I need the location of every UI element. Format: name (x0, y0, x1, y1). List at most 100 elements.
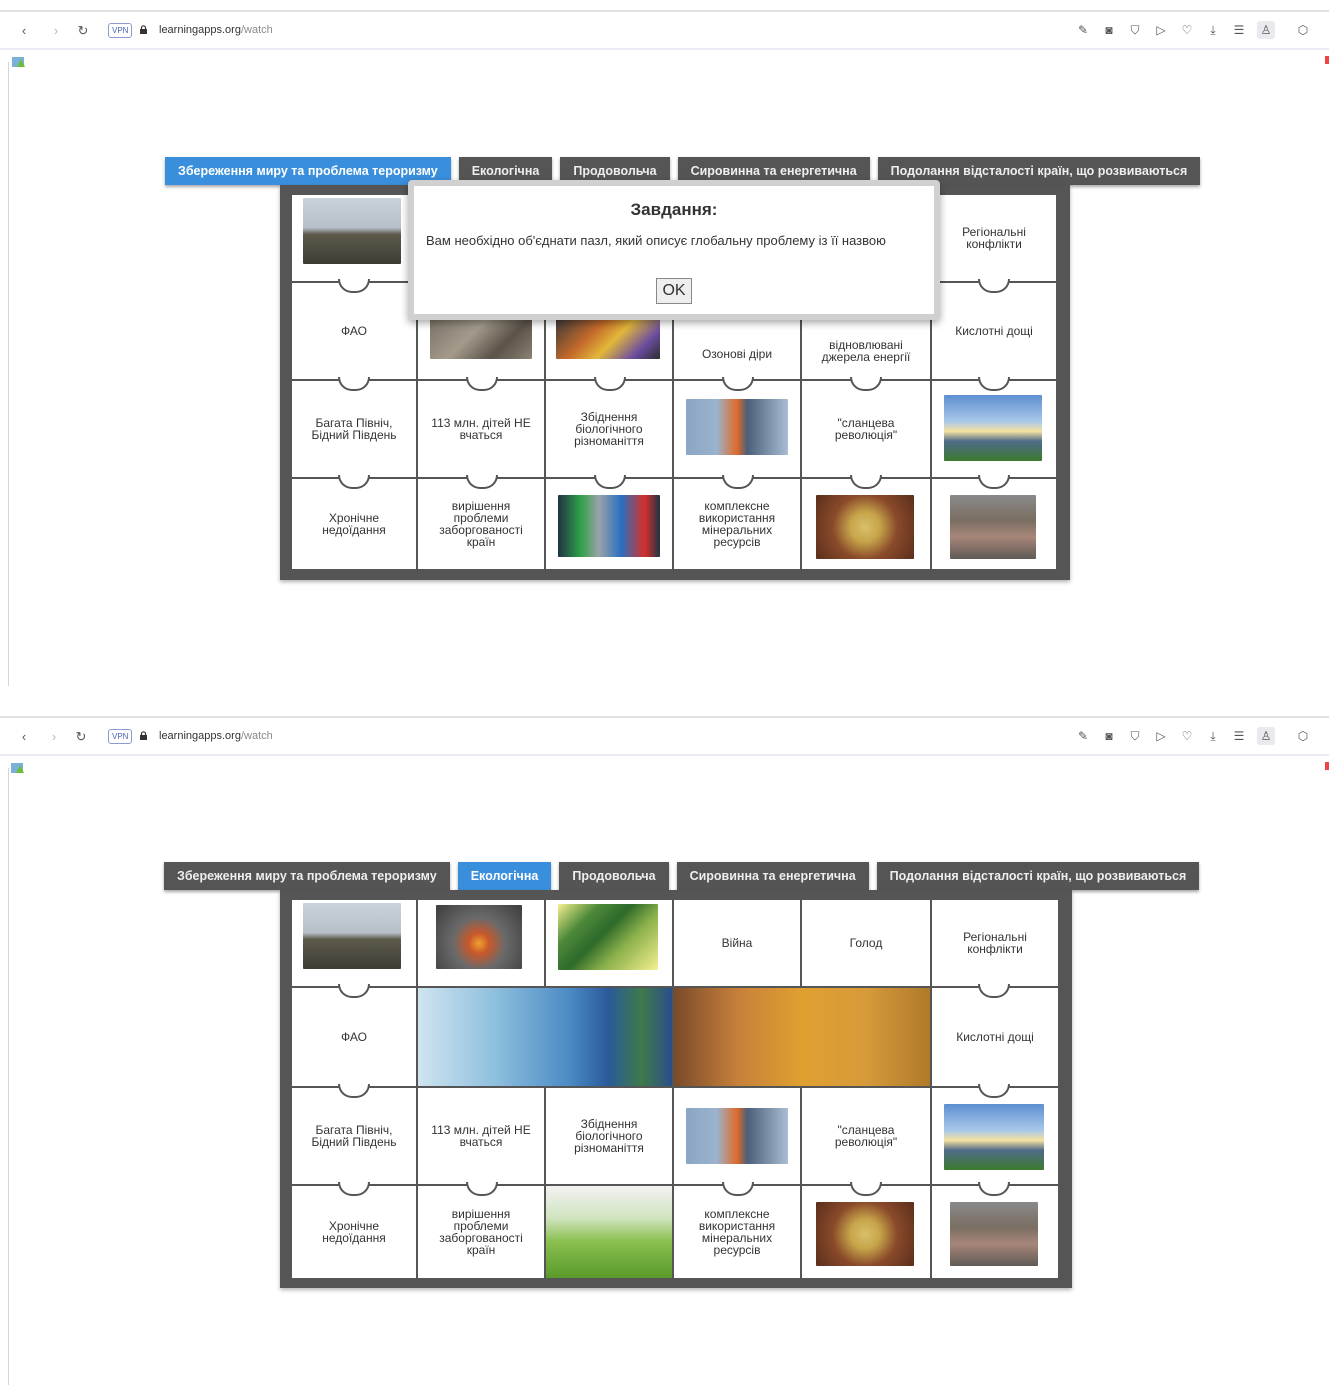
ok-button[interactable]: OK (656, 278, 692, 304)
menu-icon[interactable]: ☰ (1231, 728, 1247, 744)
tab-ecological[interactable]: Екологічна (457, 862, 552, 890)
forward-icon[interactable]: › (46, 729, 62, 745)
vpn-badge[interactable]: VPN (108, 23, 133, 38)
grass-hand-image[interactable] (546, 1186, 672, 1278)
send-icon[interactable]: ▷ (1153, 22, 1169, 38)
puzzle-piece[interactable] (674, 381, 800, 477)
earth-sky-puzzle-image[interactable] (418, 988, 672, 1086)
page-border (8, 62, 9, 686)
puzzle-piece[interactable]: "сланцева революція" (802, 1088, 930, 1184)
menu-icon[interactable]: ☰ (1231, 22, 1247, 38)
tab-developing-countries[interactable]: Подолання відсталості країн, що розвиваю… (876, 862, 1200, 890)
puzzle-piece[interactable] (802, 1186, 930, 1278)
puzzle-piece[interactable] (292, 900, 416, 986)
puzzle-piece[interactable] (546, 479, 672, 569)
edit-icon[interactable]: ✎ (1075, 728, 1091, 744)
reload-icon[interactable]: ↻ (75, 23, 91, 39)
twin-towers-image (686, 1108, 788, 1164)
puzzle-piece[interactable] (932, 1088, 1058, 1184)
forward-icon[interactable]: › (48, 23, 64, 39)
download-icon[interactable]: ⤓ (1205, 728, 1221, 744)
puzzle-piece[interactable] (546, 900, 672, 986)
puzzle-piece[interactable] (932, 381, 1056, 477)
edit-icon[interactable]: ✎ (1075, 22, 1091, 38)
puzzle-piece[interactable]: Хронічне недоїдання (292, 1186, 416, 1278)
screenshot-1: ‹ › ↻ VPN learningapps.org/watch ✎ ◙ ⛉ ▷… (0, 0, 1329, 688)
scorched-earth-puzzle-image[interactable] (674, 988, 930, 1086)
puzzle-piece[interactable]: Багата Північ, Бідний Південь (292, 1088, 416, 1184)
browser-toolbar: ‹ › ↻ VPN learningapps.org/watch ✎ ◙ ⛉ ▷… (0, 10, 1329, 50)
puzzle-piece[interactable]: Кислотні дощі (932, 988, 1058, 1086)
piece-label: Хронічне недоїдання (322, 1219, 386, 1245)
camera-icon[interactable]: ◙ (1101, 728, 1117, 744)
puzzle-piece[interactable]: Голод (802, 900, 930, 986)
browser-tools: ✎ ◙ ⛉ ▷ ♡ ⤓ ☰ ♙ ⬡ (1075, 727, 1311, 745)
back-icon[interactable]: ‹ (16, 729, 32, 745)
puzzle-piece[interactable]: ФАО (292, 283, 416, 379)
piece-label: вирішення проблеми заборгованості країн (439, 499, 523, 549)
shield-icon[interactable]: ⛉ (1127, 728, 1143, 744)
piece-label: вирішення проблеми заборгованості країн (439, 1207, 523, 1257)
piece-label: Голод (849, 936, 883, 950)
url-path: /watch (240, 730, 273, 742)
extensions-icon[interactable]: ⬡ (1295, 728, 1311, 744)
puzzle-piece[interactable] (932, 1186, 1058, 1278)
puzzle-piece[interactable]: Війна (674, 900, 800, 986)
close-marker-icon[interactable] (1325, 762, 1329, 770)
puzzle-piece[interactable] (932, 479, 1056, 569)
puzzle-piece[interactable]: вирішення проблеми заборгованості країн (418, 1186, 544, 1278)
puzzle-piece[interactable]: "сланцева революція" (802, 381, 930, 477)
app-logo-icon (11, 763, 24, 773)
page-border (8, 768, 9, 1385)
puzzle-piece[interactable]: Хронічне недоїдання (292, 479, 416, 569)
puzzle-piece[interactable]: вирішення проблеми заборгованості країн (418, 479, 544, 569)
puzzle-piece[interactable]: 113 млн. дітей НЕ вчаться (418, 1088, 544, 1184)
grain-hands-image (816, 495, 914, 559)
piece-label: Озонові діри (701, 347, 773, 361)
profile-icon[interactable]: ♙ (1257, 21, 1275, 39)
vpn-badge[interactable]: VPN (108, 729, 133, 744)
puzzle-piece[interactable]: Регіональні конфлікти (932, 195, 1056, 281)
dialog-text: Вам необхідно об'єднати пазл, який опису… (426, 233, 886, 248)
heart-icon[interactable]: ♡ (1179, 22, 1195, 38)
puzzle-board: Війна Голод Регіональні конфлікти ФАО Ки… (280, 890, 1072, 1288)
piece-label: Кислотні дощі (955, 324, 1033, 338)
heart-icon[interactable]: ♡ (1179, 728, 1195, 744)
puzzle-piece[interactable] (674, 1088, 800, 1184)
extensions-icon[interactable]: ⬡ (1295, 22, 1311, 38)
puzzle-piece[interactable] (802, 479, 930, 569)
piece-label: "сланцева революція" (834, 416, 898, 442)
puzzle-piece[interactable]: ФАО (292, 988, 416, 1086)
address-bar[interactable]: learningapps.org/watch (159, 24, 273, 36)
back-icon[interactable]: ‹ (16, 23, 32, 39)
piece-label: Багата Північ, Бідний Південь (311, 1123, 397, 1149)
shield-icon[interactable]: ⛉ (1127, 22, 1143, 38)
puzzle-piece[interactable]: Багата Північ, Бідний Південь (292, 381, 416, 477)
puzzle-piece[interactable]: Кислотні дощі (932, 283, 1056, 379)
tank-soldiers-image (303, 198, 401, 264)
url-host: learningapps.org (159, 730, 241, 742)
browser-toolbar: ‹ › ↻ VPN learningapps.org/watch ✎ ◙ ⛉ ▷… (0, 716, 1329, 756)
tab-food[interactable]: Продовольча (559, 862, 669, 890)
camera-icon[interactable]: ◙ (1101, 22, 1117, 38)
puzzle-piece[interactable] (418, 900, 544, 986)
profile-icon[interactable]: ♙ (1257, 727, 1275, 745)
puzzle-piece[interactable]: Збіднення біологічного різноманіття (546, 1088, 672, 1184)
tab-peace-terrorism[interactable]: Збереження миру та проблема тероризму (164, 862, 450, 890)
piece-label: 113 млн. дітей НЕ вчаться (431, 416, 531, 442)
address-bar[interactable]: learningapps.org/watch (159, 730, 273, 742)
download-icon[interactable]: ⤓ (1205, 22, 1221, 38)
grain-hands-image (816, 1202, 914, 1266)
close-marker-icon[interactable] (1325, 56, 1329, 64)
puzzle-piece[interactable] (292, 195, 416, 281)
piece-label: Хронічне недоїдання (322, 511, 386, 537)
puzzle-piece[interactable]: комплексне використання мінеральних ресу… (674, 1186, 800, 1278)
puzzle-piece[interactable]: Збіднення біологічного різноманіття (546, 381, 672, 477)
puzzle-piece[interactable]: Регіональні конфлікти (932, 900, 1058, 986)
puzzle-piece[interactable]: 113 млн. дітей НЕ вчаться (418, 381, 544, 477)
send-icon[interactable]: ▷ (1153, 728, 1169, 744)
piece-label: комплексне використання мінеральних ресу… (698, 499, 776, 549)
reload-icon[interactable]: ↻ (73, 729, 89, 745)
tab-raw-energy[interactable]: Сировинна та енергетична (676, 862, 869, 890)
puzzle-piece[interactable]: комплексне використання мінеральних ресу… (674, 479, 800, 569)
